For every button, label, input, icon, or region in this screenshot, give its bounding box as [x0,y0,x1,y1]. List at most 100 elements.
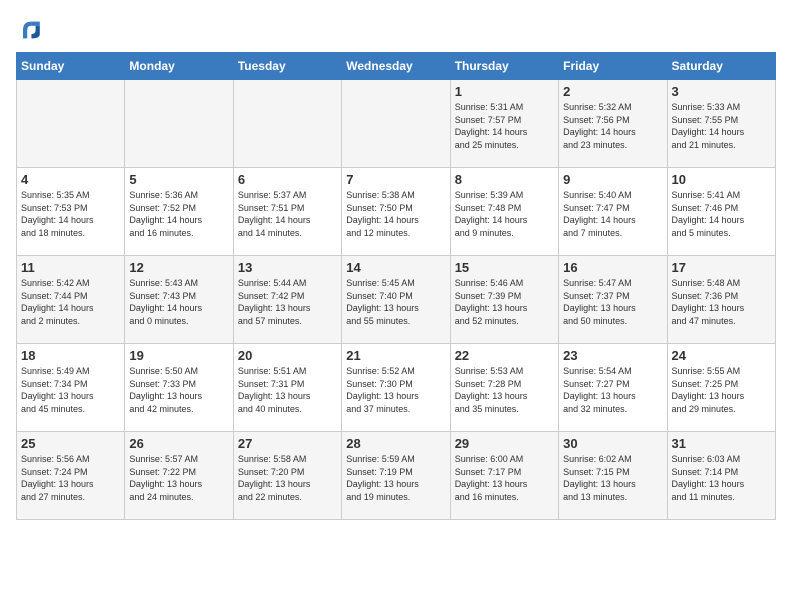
day-number: 16 [563,260,662,275]
days-of-week-row: SundayMondayTuesdayWednesdayThursdayFrid… [17,53,776,80]
calendar-cell: 23 Sunrise: 5:54 AM Sunset: 7:27 PM Dayli… [559,344,667,432]
calendar-cell [17,80,125,168]
day-info: Sunrise: 5:42 AM Sunset: 7:44 PM Dayligh… [21,277,120,327]
day-number: 31 [672,436,771,451]
day-info: Sunrise: 5:38 AM Sunset: 7:50 PM Dayligh… [346,189,445,239]
day-number: 30 [563,436,662,451]
day-info: Sunrise: 5:32 AM Sunset: 7:56 PM Dayligh… [563,101,662,151]
day-number: 7 [346,172,445,187]
calendar-body: 1 Sunrise: 5:31 AM Sunset: 7:57 PM Daylig… [17,80,776,520]
day-info: Sunrise: 5:40 AM Sunset: 7:47 PM Dayligh… [563,189,662,239]
calendar-cell [342,80,450,168]
day-info: Sunrise: 5:55 AM Sunset: 7:25 PM Dayligh… [672,365,771,415]
calendar-cell: 31 Sunrise: 6:03 AM Sunset: 7:14 PM Dayli… [667,432,775,520]
day-info: Sunrise: 6:00 AM Sunset: 7:17 PM Dayligh… [455,453,554,503]
calendar-cell: 6Sunrise: 5:37 AM Sunset: 7:51 PM Daylig… [233,168,341,256]
day-info: Sunrise: 5:35 AM Sunset: 7:53 PM Dayligh… [21,189,120,239]
calendar-cell: 25 Sunrise: 5:56 AM Sunset: 7:24 PM Dayli… [17,432,125,520]
day-info: Sunrise: 5:44 AM Sunset: 7:42 PM Dayligh… [238,277,337,327]
day-info: Sunrise: 5:53 AM Sunset: 7:28 PM Dayligh… [455,365,554,415]
day-number: 20 [238,348,337,363]
day-number: 5 [129,172,228,187]
day-number: 11 [21,260,120,275]
calendar-cell: 21Sunrise: 5:52 AM Sunset: 7:30 PM Dayli… [342,344,450,432]
calendar-cell: 5Sunrise: 5:36 AM Sunset: 7:52 PM Daylig… [125,168,233,256]
calendar-cell: 15 Sunrise: 5:46 AM Sunset: 7:39 PM Dayli… [450,256,558,344]
day-number: 27 [238,436,337,451]
day-number: 24 [672,348,771,363]
calendar-cell: 9 Sunrise: 5:40 AM Sunset: 7:47 PM Daylig… [559,168,667,256]
day-number: 23 [563,348,662,363]
day-number: 18 [21,348,120,363]
day-number: 13 [238,260,337,275]
calendar-cell: 11 Sunrise: 5:42 AM Sunset: 7:44 PM Dayli… [17,256,125,344]
calendar-week-2: 4 Sunrise: 5:35 AM Sunset: 7:53 PM Daylig… [17,168,776,256]
day-info: Sunrise: 6:02 AM Sunset: 7:15 PM Dayligh… [563,453,662,503]
calendar-cell: 24 Sunrise: 5:55 AM Sunset: 7:25 PM Dayli… [667,344,775,432]
calendar-cell: 22 Sunrise: 5:53 AM Sunset: 7:28 PM Dayli… [450,344,558,432]
day-of-week-wednesday: Wednesday [342,53,450,80]
day-number: 28 [346,436,445,451]
day-number: 29 [455,436,554,451]
day-info: Sunrise: 5:41 AM Sunset: 7:46 PM Dayligh… [672,189,771,239]
day-number: 12 [129,260,228,275]
day-info: Sunrise: 5:47 AM Sunset: 7:37 PM Dayligh… [563,277,662,327]
logo-icon [16,16,44,44]
day-info: Sunrise: 5:57 AM Sunset: 7:22 PM Dayligh… [129,453,228,503]
calendar-table: SundayMondayTuesdayWednesdayThursdayFrid… [16,52,776,520]
day-number: 17 [672,260,771,275]
day-info: Sunrise: 5:46 AM Sunset: 7:39 PM Dayligh… [455,277,554,327]
calendar-cell: 14 Sunrise: 5:45 AM Sunset: 7:40 PM Dayli… [342,256,450,344]
day-number: 14 [346,260,445,275]
calendar-cell: 8 Sunrise: 5:39 AM Sunset: 7:48 PM Daylig… [450,168,558,256]
calendar-cell: 17Sunrise: 5:48 AM Sunset: 7:36 PM Dayli… [667,256,775,344]
calendar-cell: 30 Sunrise: 6:02 AM Sunset: 7:15 PM Dayli… [559,432,667,520]
day-info: Sunrise: 5:49 AM Sunset: 7:34 PM Dayligh… [21,365,120,415]
day-of-week-saturday: Saturday [667,53,775,80]
day-number: 19 [129,348,228,363]
calendar-cell: 19 Sunrise: 5:50 AM Sunset: 7:33 PM Dayli… [125,344,233,432]
calendar-cell: 29 Sunrise: 6:00 AM Sunset: 7:17 PM Dayli… [450,432,558,520]
day-info: Sunrise: 5:51 AM Sunset: 7:31 PM Dayligh… [238,365,337,415]
day-info: Sunrise: 5:33 AM Sunset: 7:55 PM Dayligh… [672,101,771,151]
day-info: Sunrise: 5:56 AM Sunset: 7:24 PM Dayligh… [21,453,120,503]
day-info: Sunrise: 5:50 AM Sunset: 7:33 PM Dayligh… [129,365,228,415]
calendar-cell: 7 Sunrise: 5:38 AM Sunset: 7:50 PM Daylig… [342,168,450,256]
calendar-cell: 16 Sunrise: 5:47 AM Sunset: 7:37 PM Dayli… [559,256,667,344]
calendar-cell [125,80,233,168]
calendar-cell: 26 Sunrise: 5:57 AM Sunset: 7:22 PM Dayli… [125,432,233,520]
day-info: Sunrise: 5:54 AM Sunset: 7:27 PM Dayligh… [563,365,662,415]
day-info: Sunrise: 5:43 AM Sunset: 7:43 PM Dayligh… [129,277,228,327]
calendar-week-4: 18 Sunrise: 5:49 AM Sunset: 7:34 PM Dayli… [17,344,776,432]
day-info: Sunrise: 5:39 AM Sunset: 7:48 PM Dayligh… [455,189,554,239]
day-info: Sunrise: 5:45 AM Sunset: 7:40 PM Dayligh… [346,277,445,327]
logo [16,16,48,44]
day-number: 10 [672,172,771,187]
calendar-week-3: 11 Sunrise: 5:42 AM Sunset: 7:44 PM Dayli… [17,256,776,344]
day-number: 15 [455,260,554,275]
day-of-week-thursday: Thursday [450,53,558,80]
day-of-week-sunday: Sunday [17,53,125,80]
day-of-week-friday: Friday [559,53,667,80]
day-info: Sunrise: 5:31 AM Sunset: 7:57 PM Dayligh… [455,101,554,151]
calendar-cell: 3 Sunrise: 5:33 AM Sunset: 7:55 PM Daylig… [667,80,775,168]
day-info: Sunrise: 6:03 AM Sunset: 7:14 PM Dayligh… [672,453,771,503]
day-of-week-monday: Monday [125,53,233,80]
day-info: Sunrise: 5:58 AM Sunset: 7:20 PM Dayligh… [238,453,337,503]
calendar-cell: 4 Sunrise: 5:35 AM Sunset: 7:53 PM Daylig… [17,168,125,256]
day-number: 1 [455,84,554,99]
page-header [16,16,776,44]
day-number: 8 [455,172,554,187]
day-number: 4 [21,172,120,187]
day-number: 9 [563,172,662,187]
day-info: Sunrise: 5:59 AM Sunset: 7:19 PM Dayligh… [346,453,445,503]
day-number: 22 [455,348,554,363]
day-of-week-tuesday: Tuesday [233,53,341,80]
day-number: 3 [672,84,771,99]
day-number: 25 [21,436,120,451]
day-number: 21 [346,348,445,363]
calendar-cell: 20 Sunrise: 5:51 AM Sunset: 7:31 PM Dayli… [233,344,341,432]
calendar-cell: 27 Sunrise: 5:58 AM Sunset: 7:20 PM Dayli… [233,432,341,520]
day-number: 26 [129,436,228,451]
calendar-cell: 13 Sunrise: 5:44 AM Sunset: 7:42 PM Dayli… [233,256,341,344]
